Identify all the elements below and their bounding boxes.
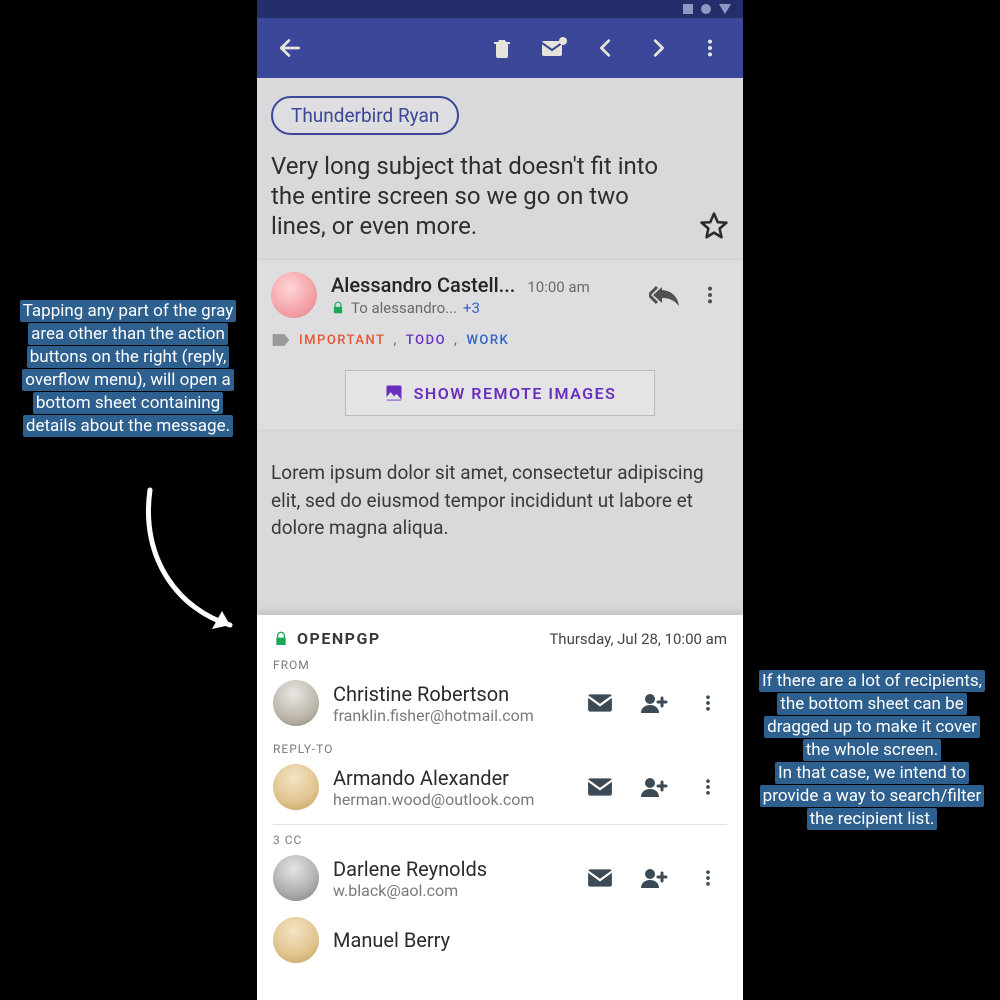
tag-icon (271, 332, 291, 348)
annotation-right: If there are a lot of recipients, the bo… (756, 670, 988, 831)
tags-row: IMPORTANT, TODO, WORK (271, 332, 729, 348)
status-square-icon (683, 4, 693, 14)
next-message-button[interactable] (639, 29, 677, 67)
overflow-menu-button[interactable] (691, 29, 729, 67)
message-overflow-button[interactable] (691, 276, 729, 314)
status-triangle-icon (719, 4, 731, 14)
lock-icon (273, 630, 289, 648)
annotation-arrow-icon (120, 480, 260, 640)
prev-message-button[interactable] (587, 29, 625, 67)
contact-row[interactable]: Manuel Berry (273, 909, 727, 963)
star-button[interactable] (699, 211, 729, 241)
contact-name: Manuel Berry (333, 928, 727, 952)
contact-overflow-button[interactable] (689, 859, 727, 897)
sender-name: Alessandro Castell... (331, 273, 515, 297)
add-contact-button[interactable] (635, 684, 673, 722)
show-remote-images-button[interactable]: SHOW REMOTE IMAGES (345, 370, 655, 416)
reply-all-button[interactable] (647, 276, 685, 314)
replyto-section-label: REPLY-TO (273, 742, 727, 756)
avatar[interactable] (273, 680, 319, 726)
status-dot-icon (701, 4, 711, 14)
contact-row[interactable]: Darlene Reynolds w.black@aol.com (273, 847, 727, 909)
add-contact-button[interactable] (635, 859, 673, 897)
full-date: Thursday, Jul 28, 10:00 am (549, 630, 727, 648)
account-chip[interactable]: Thunderbird Ryan (271, 96, 459, 135)
recipients-summary: To alessandro... (351, 299, 457, 317)
tag-todo[interactable]: TODO (406, 333, 446, 348)
tag-work[interactable]: WORK (466, 333, 509, 348)
avatar[interactable] (273, 764, 319, 810)
contact-name: Christine Robertson (333, 682, 567, 706)
status-bar (257, 0, 743, 18)
from-section-label: FROM (273, 658, 727, 672)
message-content: Thunderbird Ryan Very long subject that … (257, 78, 743, 542)
contact-name: Darlene Reynolds (333, 857, 567, 881)
phone-frame: Thunderbird Ryan Very long subject that … (257, 0, 743, 1000)
details-bottom-sheet[interactable]: OPENPGP Thursday, Jul 28, 10:00 am FROM … (257, 615, 743, 1000)
cc-section-label: 3 CC (273, 833, 727, 847)
avatar[interactable] (273, 917, 319, 963)
message-header-card[interactable]: Alessandro Castell... 10:00 am To alessa… (257, 259, 743, 431)
mark-unread-button[interactable] (535, 29, 573, 67)
sender-time: 10:00 am (527, 278, 589, 296)
contact-email: w.black@aol.com (333, 881, 567, 900)
contact-overflow-button[interactable] (689, 768, 727, 806)
contact-email: herman.wood@outlook.com (333, 790, 567, 809)
annotation-left: Tapping any part of the gray area other … (12, 300, 244, 438)
encryption-label: OPENPGP (297, 629, 381, 648)
app-bar (257, 18, 743, 78)
add-contact-button[interactable] (635, 768, 673, 806)
delete-button[interactable] (483, 29, 521, 67)
contact-overflow-button[interactable] (689, 684, 727, 722)
tag-important[interactable]: IMPORTANT (299, 333, 385, 348)
lock-icon (331, 300, 345, 316)
compose-to-contact-button[interactable] (581, 768, 619, 806)
subject-text: Very long subject that doesn't fit into … (271, 151, 687, 241)
compose-to-contact-button[interactable] (581, 684, 619, 722)
image-icon (384, 383, 404, 403)
show-remote-images-label: SHOW REMOTE IMAGES (414, 384, 617, 403)
sender-avatar[interactable] (271, 272, 317, 318)
contact-row[interactable]: Armando Alexander herman.wood@outlook.co… (273, 756, 727, 818)
avatar[interactable] (273, 855, 319, 901)
message-body: Lorem ipsum dolor sit amet, consectetur … (271, 459, 729, 542)
contact-name: Armando Alexander (333, 766, 567, 790)
contact-row[interactable]: Christine Robertson franklin.fisher@hotm… (273, 672, 727, 734)
recipients-more[interactable]: +3 (463, 299, 480, 317)
compose-to-contact-button[interactable] (581, 859, 619, 897)
contact-email: franklin.fisher@hotmail.com (333, 706, 567, 725)
back-button[interactable] (271, 29, 309, 67)
section-divider (273, 824, 727, 825)
